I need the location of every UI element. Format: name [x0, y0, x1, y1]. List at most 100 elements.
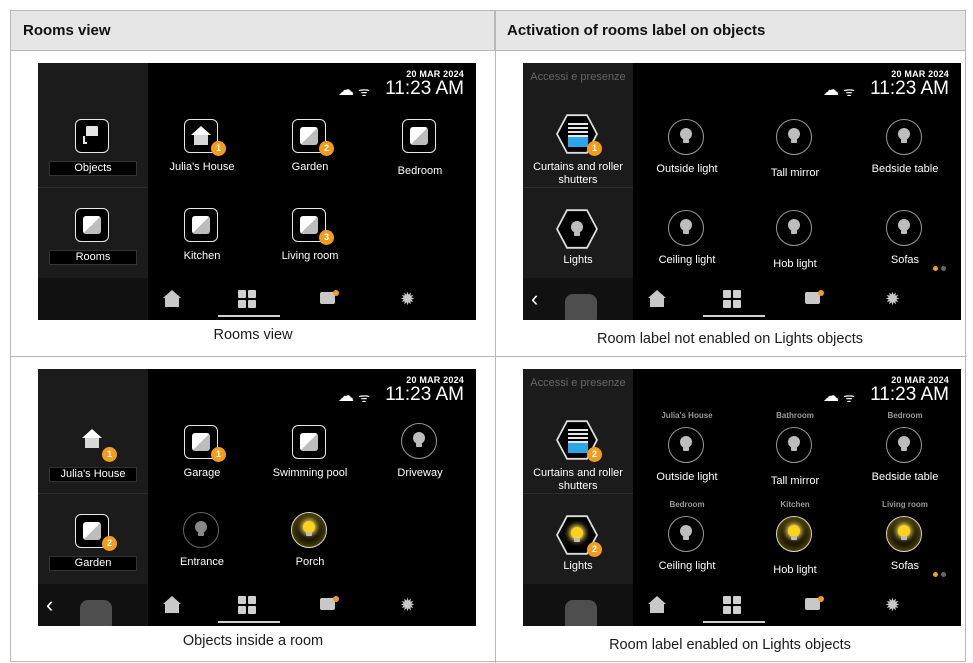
sidebar-item-rooms[interactable]: Rooms	[47, 202, 139, 288]
tile-label: Outside light	[656, 163, 718, 175]
bulb-icon	[571, 221, 583, 237]
tile-label: Kitchen	[183, 250, 221, 262]
sidebar-item-label: Curtains and roller shutters	[533, 161, 623, 186]
room-tile[interactable]: Bedroom	[374, 113, 466, 199]
blind-icon	[568, 429, 588, 453]
light-tile[interactable]: Driveway	[374, 419, 466, 505]
bulb-on-icon	[898, 525, 910, 541]
bulb-on-icon	[571, 527, 583, 543]
tile-label: Entrance	[179, 556, 225, 568]
room-icon	[300, 216, 318, 234]
chat-icon[interactable]	[320, 596, 340, 614]
time-label: 11:23 AM	[870, 78, 949, 99]
chat-icon[interactable]	[320, 290, 340, 308]
room-tile[interactable]: 2 Garden	[264, 113, 356, 199]
light-tile[interactable]: Bathroom Tall mirror	[749, 411, 841, 509]
wifi-icon: ᯤ	[358, 390, 370, 405]
gear-icon[interactable]: ✹	[885, 596, 905, 614]
sidebar-item-curtains[interactable]: 2 Curtains and roller shutters	[532, 417, 624, 503]
room-label: Julia's House	[661, 411, 713, 420]
tile-label: Porch	[295, 556, 325, 568]
tile-label: Bedside table	[871, 471, 939, 483]
sidebar-item-julias-house[interactable]: 1 Julia's House	[47, 419, 139, 505]
bulb-on-icon	[788, 525, 800, 541]
sidebar-item-label: Objects	[49, 161, 137, 176]
room-icon	[80, 600, 112, 626]
time-label: 11:23 AM	[385, 384, 464, 405]
chat-icon[interactable]	[805, 596, 825, 614]
cloud-icon: ☁	[338, 82, 354, 99]
home-icon[interactable]	[647, 290, 667, 308]
bulb-icon	[680, 219, 692, 235]
light-tile[interactable]: Bedroom Bedside table	[859, 411, 951, 509]
tile-label: Garden	[291, 161, 329, 173]
light-tile[interactable]: Outside light	[641, 115, 733, 201]
grid-icon[interactable]	[238, 596, 258, 614]
caption: Room label not enabled on Lights objects	[596, 331, 863, 347]
home-icon[interactable]	[162, 290, 182, 308]
sidebar-item-label: Julia's House	[49, 467, 137, 482]
back-arrow-icon[interactable]: ‹	[46, 594, 53, 616]
tile-label: Julia's House	[169, 161, 235, 173]
sidebar: Accessi e presenze 1 Curtains and roller…	[523, 63, 633, 320]
comparison-table: Rooms view Activation of rooms label on …	[10, 10, 967, 663]
bulb-icon	[898, 128, 910, 144]
room-tile[interactable]: 1 Julia's House	[156, 113, 248, 199]
tile-label: Ceiling light	[658, 560, 716, 572]
thermostat-icon	[565, 600, 597, 626]
bulb-icon	[413, 432, 425, 448]
room-tile[interactable]: 1 Garage	[156, 419, 248, 505]
light-tile[interactable]: Porch	[264, 508, 356, 594]
home-icon[interactable]	[647, 596, 667, 614]
bulb-icon	[898, 436, 910, 452]
sidebar-item-label: Garden	[49, 556, 137, 571]
bulb-icon	[680, 436, 692, 452]
sidebar-item-label: Rooms	[49, 250, 137, 265]
caption: Rooms view	[213, 327, 293, 343]
light-tile[interactable]: Entrance	[156, 508, 248, 594]
bottom-nav: ✹	[633, 584, 961, 626]
room-tile[interactable]: Kitchen	[156, 202, 248, 288]
light-tile[interactable]: Tall mirror	[749, 115, 841, 201]
status-bar: ☁ ᯤ 20 MAR 2024 11:23 AM	[314, 375, 464, 405]
grid-icon[interactable]	[723, 290, 743, 308]
grid-icon[interactable]	[723, 596, 743, 614]
sidebar-item-garden[interactable]: 2 Garden	[47, 508, 139, 594]
tile-label: Outside light	[656, 471, 718, 483]
tile-label: Living room	[281, 250, 339, 262]
count-badge: 2	[319, 141, 334, 156]
room-label: Kitchen	[780, 500, 810, 509]
chat-icon[interactable]	[805, 290, 825, 308]
count-badge: 2	[102, 536, 117, 551]
room-icon	[83, 522, 101, 540]
room-tile[interactable]: 3 Living room	[264, 202, 356, 288]
home-icon[interactable]	[162, 596, 182, 614]
grid-icon[interactable]	[238, 290, 258, 308]
light-tile[interactable]: Julia's House Outside light	[641, 411, 733, 509]
sidebar-item-lights[interactable]: Lights	[532, 206, 624, 292]
gear-icon[interactable]: ✹	[400, 290, 420, 308]
count-badge: 2	[587, 447, 602, 462]
sidebar-item-label: Lights	[563, 254, 593, 266]
time-label: 11:23 AM	[385, 78, 464, 99]
room-label: Bathroom	[776, 411, 814, 420]
count-badge: 3	[319, 230, 334, 245]
bulb-icon	[898, 219, 910, 235]
sidebar: 1 Julia's House 2 Garden ‹	[38, 369, 148, 626]
count-badge: 1	[211, 141, 226, 156]
sidebar-item-objects[interactable]: Objects	[47, 113, 139, 199]
sidebar-item-curtains[interactable]: 1 Curtains and roller shutters	[532, 111, 624, 197]
page-indicator	[933, 572, 951, 578]
tile-label: Tall mirror	[770, 167, 820, 179]
wifi-icon: ᯤ	[843, 390, 855, 405]
gear-icon[interactable]: ✹	[885, 290, 905, 308]
sidebar-item-lights[interactable]: 2 Lights	[532, 512, 624, 598]
page-indicator	[933, 266, 951, 272]
tile-label: Hob light	[773, 564, 817, 576]
room-tile[interactable]: Swimming pool	[264, 419, 356, 505]
gear-icon[interactable]: ✹	[400, 596, 420, 614]
back-arrow-icon[interactable]: ‹	[531, 288, 538, 310]
cloud-icon: ☁	[823, 388, 839, 405]
header-rooms-view: Rooms view	[11, 11, 495, 51]
light-tile[interactable]: Bedside table	[859, 115, 951, 201]
